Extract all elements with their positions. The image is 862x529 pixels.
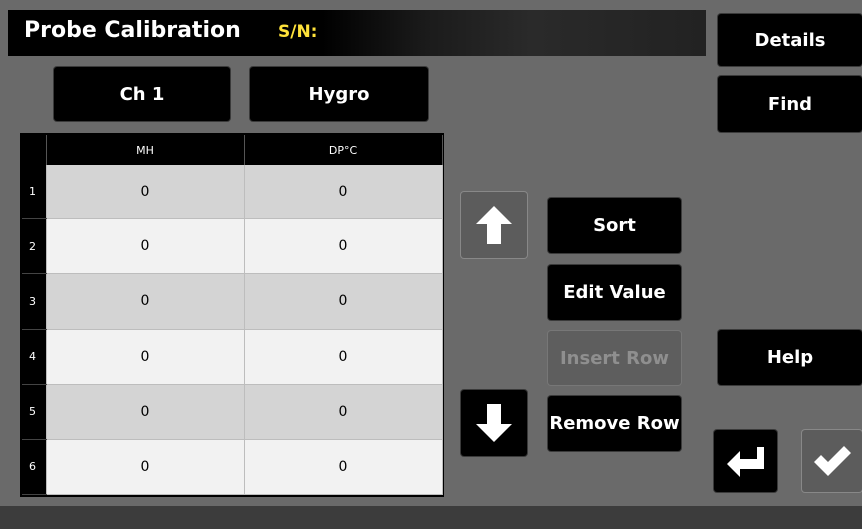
table-row[interactable]: 3 0 0 <box>22 273 443 330</box>
table-row[interactable]: 2 0 0 <box>22 218 443 275</box>
bottom-bar <box>0 506 862 529</box>
mh-cell[interactable]: 0 <box>46 384 245 440</box>
calibration-table: MH DP°C 1 0 0 2 0 0 3 0 0 4 0 0 5 0 0 6 … <box>20 133 444 497</box>
sort-button[interactable]: Sort <box>548 198 681 253</box>
row-number-header <box>22 135 47 165</box>
scroll-up-button[interactable] <box>461 192 527 258</box>
dp-cell[interactable]: 0 <box>244 329 443 385</box>
dp-cell[interactable]: 0 <box>244 384 443 440</box>
insert-row-button[interactable]: Insert Row <box>548 331 681 385</box>
remove-row-button[interactable]: Remove Row <box>548 396 681 451</box>
row-number: 5 <box>22 384 47 440</box>
return-arrow-icon <box>726 447 764 477</box>
mh-cell[interactable]: 0 <box>46 439 245 496</box>
confirm-button[interactable] <box>802 430 862 492</box>
table-row[interactable]: 6 0 0 <box>22 439 443 496</box>
column-header-mh: MH <box>46 135 245 165</box>
arrow-down-icon <box>476 404 512 442</box>
table-row[interactable]: 4 0 0 <box>22 329 443 385</box>
row-number: 2 <box>22 218 47 275</box>
calibration-screen: Probe Calibration S/N: Details Find Ch 1… <box>0 0 862 529</box>
dp-cell[interactable]: 0 <box>244 273 443 330</box>
page-title: Probe Calibration <box>24 18 241 43</box>
dp-cell[interactable]: 0 <box>244 165 443 220</box>
details-button[interactable]: Details <box>718 14 862 66</box>
row-number: 6 <box>22 439 47 496</box>
scroll-down-button[interactable] <box>461 390 527 456</box>
help-button[interactable]: Help <box>718 330 862 385</box>
edit-value-button[interactable]: Edit Value <box>548 265 681 320</box>
row-number: 1 <box>22 165 47 220</box>
table-row[interactable]: 5 0 0 <box>22 384 443 440</box>
title-bar: Probe Calibration S/N: <box>8 10 706 56</box>
column-header-dp: DP°C <box>244 135 443 165</box>
serial-number-label: S/N: <box>278 22 318 42</box>
mh-cell[interactable]: 0 <box>46 273 245 330</box>
table-header-row: MH DP°C <box>22 135 443 165</box>
mh-cell[interactable]: 0 <box>46 218 245 275</box>
mh-cell[interactable]: 0 <box>46 329 245 385</box>
probe-type-select[interactable]: Hygro <box>250 67 428 121</box>
dp-cell[interactable]: 0 <box>244 218 443 275</box>
row-number: 3 <box>22 273 47 330</box>
row-number: 4 <box>22 329 47 385</box>
find-button[interactable]: Find <box>718 76 862 132</box>
arrow-up-icon <box>476 206 512 244</box>
checkmark-icon <box>814 446 851 476</box>
table-row[interactable]: 1 0 0 <box>22 165 443 220</box>
mh-cell[interactable]: 0 <box>46 165 245 220</box>
channel-select[interactable]: Ch 1 <box>54 67 230 121</box>
dp-cell[interactable]: 0 <box>244 439 443 496</box>
back-button[interactable] <box>714 430 777 492</box>
